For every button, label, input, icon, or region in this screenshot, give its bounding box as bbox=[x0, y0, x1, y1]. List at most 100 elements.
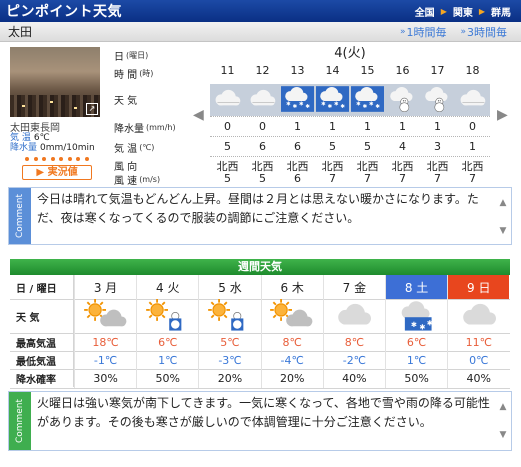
sun-snow-icon bbox=[136, 299, 198, 333]
live-dots-decoration bbox=[25, 157, 89, 161]
live-camera-image[interactable]: ↗ bbox=[10, 47, 100, 117]
week-label-rain: 降水確率 bbox=[10, 369, 74, 387]
hour-column: 17 1 3 北西 7 bbox=[420, 44, 455, 185]
week-rain-probability: 50% bbox=[385, 369, 447, 388]
hour-column: 15 ✱ ✱ ✱ ✱ 1 5 北西 7 bbox=[350, 44, 385, 185]
comment-text: 今日は晴れて気温もどんどん上昇。昼間は２月とは思えない暖かさになります。ただ、夜… bbox=[37, 192, 479, 225]
precip-label: 降水量 bbox=[10, 143, 38, 153]
hour-column: 14 ✱ ✱ ✱ ✱ 1 5 北西 7 bbox=[315, 44, 350, 185]
camera-light bbox=[22, 105, 25, 107]
row-label-wind-speed: 風 速 (m/s) bbox=[114, 174, 161, 187]
live-observation-button[interactable]: ▶ 実況値 bbox=[22, 157, 92, 183]
week-min-temp: -3℃ bbox=[198, 351, 260, 369]
row-label-weather: 天 気 bbox=[114, 95, 138, 107]
wind-speed: 5 bbox=[224, 172, 231, 185]
precip-value: 0 bbox=[469, 120, 476, 133]
precip-value: 1 bbox=[294, 120, 301, 133]
breadcrumb-nationwide[interactable]: 全国 bbox=[415, 4, 435, 19]
temp-value: 5 bbox=[364, 140, 371, 153]
hour-column: 18 0 1 北西 7 bbox=[455, 44, 490, 185]
location-bar: 太田 » 1時間毎 » 3時間毎 bbox=[0, 22, 521, 42]
chevron-double-right-icon: » bbox=[399, 26, 406, 37]
cloud-icon bbox=[211, 86, 244, 114]
link-3-hour-label: 3時間毎 bbox=[467, 25, 507, 39]
week-label-weather: 天 気 bbox=[10, 299, 74, 333]
comment-box-week: Comment 火曜日は強い寒気が南下してきます。一気に寒くなって、各地で雪や雨… bbox=[8, 391, 512, 451]
row-label-wind-dir: 風 向 bbox=[114, 161, 138, 173]
week-day-date: 6 木 bbox=[260, 275, 323, 299]
snowman-icon bbox=[421, 86, 454, 114]
row-label-hour: 時 間 (時) bbox=[114, 68, 154, 81]
cloud-icon bbox=[246, 86, 279, 114]
precip-value: 1 bbox=[434, 120, 441, 133]
svg-text:✱: ✱ bbox=[356, 100, 361, 107]
week-min-temp: -2℃ bbox=[322, 351, 385, 369]
week-rain-probability: 40% bbox=[322, 369, 385, 388]
weekly-forecast-table: 日 / 曜日 天 気 最高気温 最低気温 降水確率 3 月 18℃ -1℃ 30% 4 … bbox=[10, 275, 510, 389]
week-day-date: 3 月 bbox=[74, 275, 137, 299]
week-rain-probability: 40% bbox=[447, 369, 509, 388]
precip-value: 0 bbox=[224, 120, 231, 133]
cloud-snow-icon: ✱ ✱ ✱ bbox=[385, 299, 447, 333]
precip-value: 1 bbox=[399, 120, 406, 133]
enlarge-icon[interactable]: ↗ bbox=[86, 103, 98, 115]
hour-label: 16 bbox=[395, 64, 410, 77]
comment-text: 火曜日は強い寒気が南下してきます。一気に寒くなって、各地で雪や雨の降る可能性があ… bbox=[37, 396, 490, 429]
chevron-right-icon: ▶ bbox=[440, 6, 447, 16]
week-max-temp: 8℃ bbox=[260, 333, 323, 351]
hourly-row-labels: 日 (曜日) 時 間 (時) 天 気 降水量 (mm/h) 気 温 (℃) 風 向 風 … bbox=[110, 44, 190, 187]
hour-label: 17 bbox=[430, 64, 445, 77]
wind-speed: 7 bbox=[399, 172, 406, 185]
weekly-forecast-title: 週間天気 bbox=[10, 259, 510, 275]
hour-column: 16 1 4 北西 7 bbox=[385, 44, 420, 185]
link-3-hour[interactable]: » 3時間毎 bbox=[460, 24, 507, 40]
week-max-temp: 6℃ bbox=[385, 333, 447, 351]
camera-location-name: 太田東長岡 bbox=[10, 123, 60, 134]
cloud-icon bbox=[456, 86, 489, 114]
hour-label: 15 bbox=[360, 64, 375, 77]
svg-text:✱: ✱ bbox=[321, 100, 326, 107]
comment-tab: Comment bbox=[9, 188, 31, 244]
hour-column: 12 0 6 北西 5 bbox=[245, 44, 280, 185]
previous-hours-arrow[interactable]: ◀ bbox=[193, 107, 204, 123]
svg-text:✱: ✱ bbox=[299, 100, 304, 107]
snow-icon: ✱ ✱ ✱ ✱ bbox=[316, 86, 349, 114]
sun-cloud-icon bbox=[260, 299, 323, 333]
comment-scrollbar[interactable]: ▲ ▼ bbox=[498, 196, 508, 238]
next-hours-arrow[interactable]: ▶ bbox=[497, 107, 508, 123]
wind-speed: 6 bbox=[294, 172, 301, 185]
week-min-temp: 0℃ bbox=[447, 351, 509, 369]
breadcrumb-gunma[interactable]: 群馬 bbox=[491, 4, 511, 19]
camera-light bbox=[50, 101, 53, 103]
camera-light bbox=[74, 107, 77, 109]
week-max-temp: 18℃ bbox=[74, 333, 136, 351]
week-max-temp: 8℃ bbox=[322, 333, 385, 351]
svg-text:✱: ✱ bbox=[327, 103, 332, 110]
chevron-double-right-icon: » bbox=[460, 26, 466, 37]
row-label-temp: 気 温 (℃) bbox=[114, 142, 155, 155]
temp-value: 5 bbox=[329, 140, 336, 153]
cloud-icon bbox=[447, 299, 509, 333]
temp-value: 6 bbox=[294, 140, 301, 153]
week-day-date: 7 金 bbox=[322, 275, 385, 299]
precip-value: 1 bbox=[329, 120, 336, 133]
week-rain-probability: 20% bbox=[260, 369, 323, 388]
wind-speed: 7 bbox=[469, 172, 476, 185]
breadcrumb-kanto[interactable]: 関東 bbox=[453, 4, 473, 19]
comment-scrollbar[interactable]: ▲ ▼ bbox=[498, 400, 508, 442]
snow-icon: ✱ ✱ ✱ ✱ bbox=[281, 86, 314, 114]
svg-text:✱: ✱ bbox=[411, 320, 417, 329]
row-label-precip: 降水量 (mm/h) bbox=[114, 122, 176, 135]
hour-label: 14 bbox=[325, 64, 340, 77]
temp-value: 3 bbox=[434, 140, 441, 153]
week-min-temp: -1℃ bbox=[74, 351, 136, 369]
precip-value: 0 bbox=[259, 120, 266, 133]
hour-column: 13 ✱ ✱ ✱ ✱ 1 6 北西 6 bbox=[280, 44, 315, 185]
week-max-temp: 11℃ bbox=[447, 333, 509, 351]
location-name: 太田 bbox=[8, 25, 33, 39]
week-label-min: 最低気温 bbox=[10, 351, 74, 369]
wind-speed: 7 bbox=[364, 172, 371, 185]
temp-value: 1 bbox=[469, 140, 476, 153]
week-day-date: 4 火 bbox=[136, 275, 199, 299]
link-1-hour[interactable]: » 1時間毎 bbox=[400, 24, 447, 40]
